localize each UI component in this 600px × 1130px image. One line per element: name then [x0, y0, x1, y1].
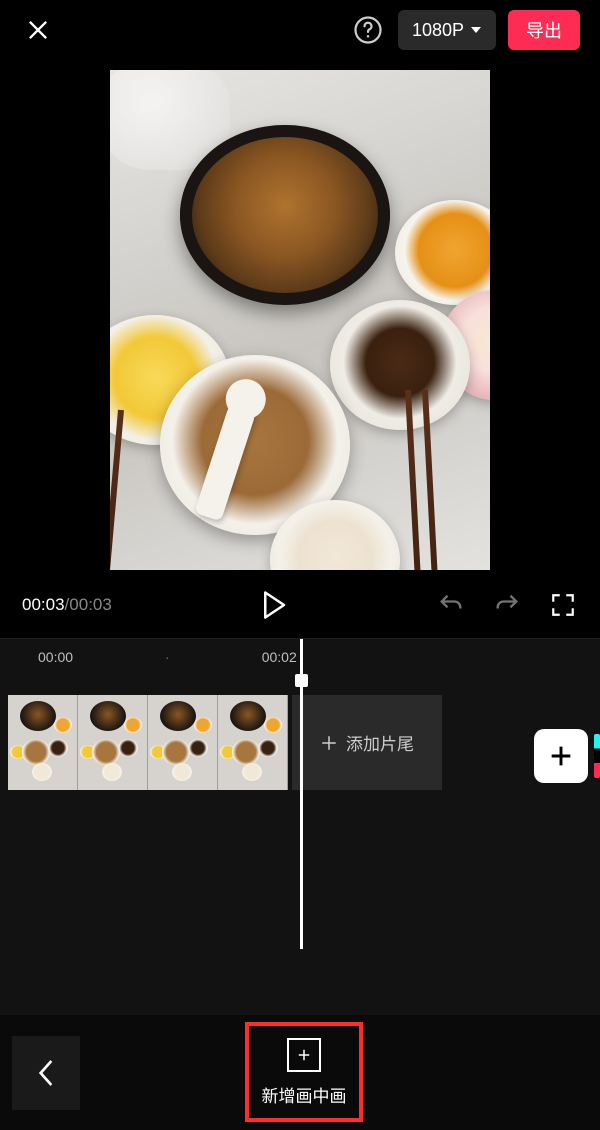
- bottom-toolbar: 新增画中画: [0, 1015, 600, 1130]
- plus-icon: [547, 742, 575, 770]
- video-preview[interactable]: [110, 70, 490, 570]
- undo-icon: [437, 591, 465, 619]
- resolution-label: 1080P: [412, 20, 464, 41]
- playback-bar: 00:03 / 00:03: [0, 578, 600, 638]
- chevron-left-icon: [36, 1057, 56, 1089]
- clip-thumbnail: [8, 695, 78, 790]
- export-button[interactable]: 导出: [508, 10, 580, 50]
- chevron-down-icon: [470, 24, 482, 36]
- preview-area: [0, 60, 600, 578]
- close-icon: [24, 16, 52, 44]
- fullscreen-button[interactable]: [548, 590, 578, 620]
- ruler-mark: ·: [163, 649, 172, 665]
- ruler-mark: 00:00: [38, 649, 73, 665]
- back-button[interactable]: [12, 1036, 80, 1110]
- add-clip-button[interactable]: [534, 729, 588, 783]
- help-icon: [353, 15, 383, 45]
- add-ending-button[interactable]: 添加片尾: [292, 695, 442, 790]
- clip-thumbnail: [218, 695, 288, 790]
- add-pip-button[interactable]: 新增画中画: [245, 1022, 363, 1122]
- redo-icon: [493, 591, 521, 619]
- duration: 00:03: [69, 595, 112, 615]
- playhead[interactable]: [300, 639, 303, 949]
- play-icon: [261, 590, 287, 620]
- resolution-selector[interactable]: 1080P: [398, 10, 496, 50]
- undo-button[interactable]: [436, 590, 466, 620]
- export-label: 导出: [526, 17, 562, 43]
- add-ending-label: 添加片尾: [346, 730, 414, 755]
- clip-thumbnail: [78, 695, 148, 790]
- time-display: 00:03 / 00:03: [22, 595, 112, 615]
- plus-icon: [320, 734, 338, 752]
- add-pip-label: 新增画中画: [262, 1082, 347, 1107]
- ruler-mark: 00:02: [262, 649, 297, 665]
- plus-box-icon: [287, 1038, 321, 1072]
- fullscreen-icon: [550, 592, 576, 618]
- clip-thumbnail: [148, 695, 218, 790]
- play-button[interactable]: [254, 590, 294, 620]
- close-button[interactable]: [20, 12, 56, 48]
- current-time: 00:03: [22, 595, 65, 615]
- brand-stripe: [594, 734, 600, 778]
- help-button[interactable]: [350, 12, 386, 48]
- timeline[interactable]: 00:00 · 00:02 添加片尾: [0, 638, 600, 1018]
- video-clip[interactable]: [8, 695, 288, 790]
- header-bar: 1080P 导出: [0, 0, 600, 60]
- redo-button[interactable]: [492, 590, 522, 620]
